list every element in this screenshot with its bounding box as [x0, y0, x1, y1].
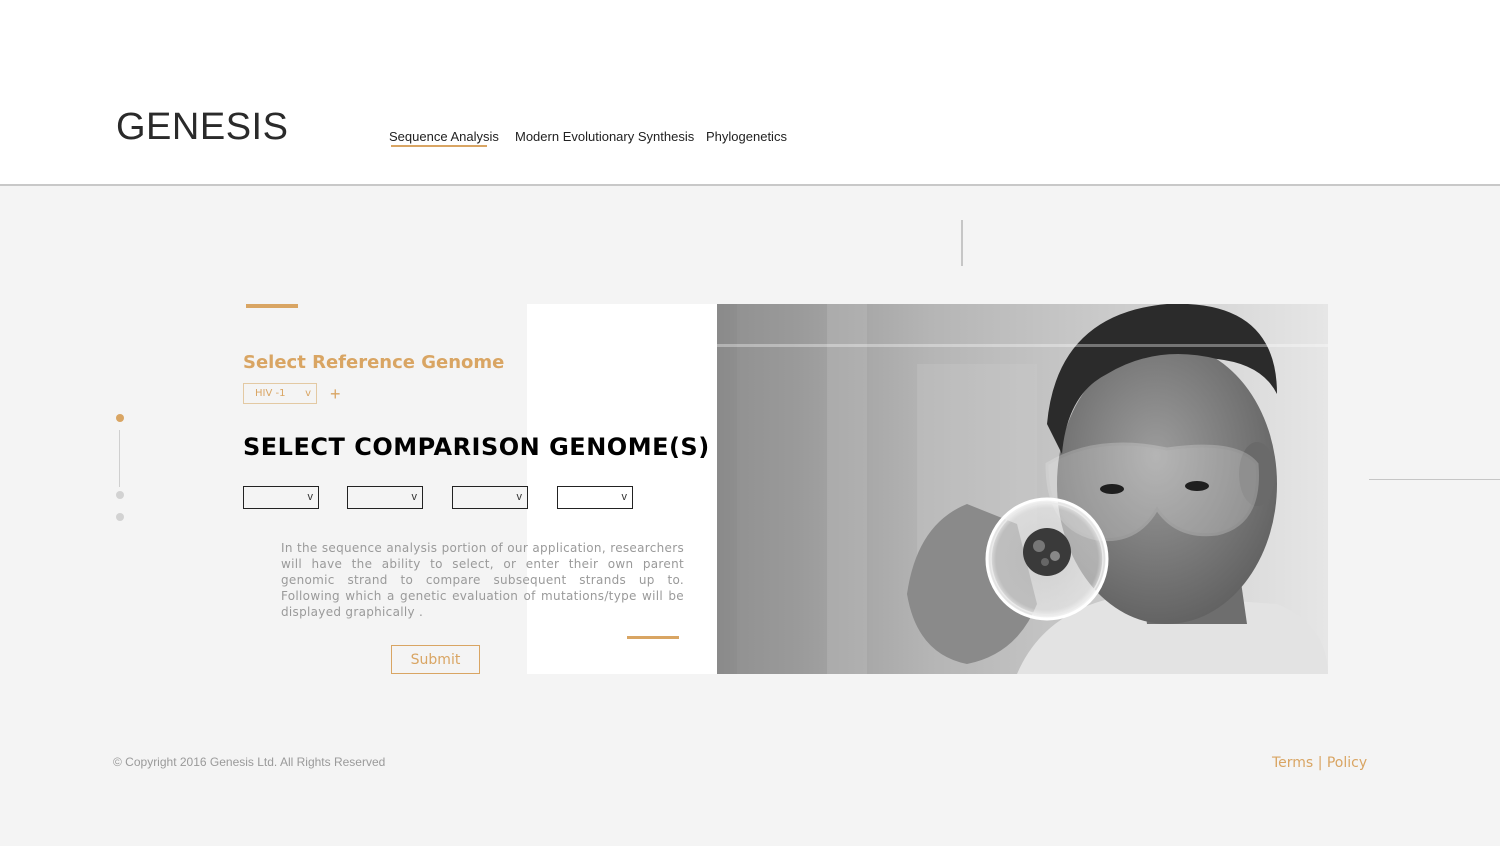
pager-line — [119, 430, 120, 487]
comparison-select-1[interactable]: v — [243, 486, 319, 509]
footer-links: Terms | Policy — [1272, 755, 1367, 771]
pager-dot-2[interactable] — [116, 491, 124, 499]
decorative-vertical-line — [961, 220, 963, 266]
chevron-down-icon: v — [411, 491, 418, 503]
site-logo[interactable]: GENESIS — [116, 106, 288, 149]
site-header: GENESIS Sequence Analysis Modern Evoluti… — [0, 0, 1500, 186]
pager-dot-1[interactable] — [116, 414, 124, 422]
reference-genome-select[interactable]: HIV -1 v — [243, 383, 317, 404]
comparison-select-2[interactable]: v — [347, 486, 423, 509]
decorative-horizontal-line — [1369, 479, 1500, 480]
submit-button[interactable]: Submit — [391, 645, 480, 674]
chevron-down-icon: v — [621, 491, 628, 503]
nav-item-sequence-analysis[interactable]: Sequence Analysis — [389, 129, 499, 144]
scientist-photo — [717, 304, 1328, 674]
comparison-select-3[interactable]: v — [452, 486, 528, 509]
chevron-down-icon: v — [305, 388, 311, 399]
comparison-select-4[interactable]: v — [557, 486, 633, 509]
copyright-text: © Copyright 2016 Genesis Ltd. All Rights… — [113, 755, 386, 769]
add-genome-button[interactable]: + — [330, 384, 341, 405]
description-text: In the sequence analysis portion of our … — [281, 541, 684, 619]
pager-dot-3[interactable] — [116, 513, 124, 521]
footer-separator: | — [1317, 755, 1323, 771]
chevron-down-icon: v — [516, 491, 523, 503]
chevron-down-icon: v — [307, 491, 314, 503]
nav-active-underline — [391, 145, 487, 147]
accent-bar-top — [246, 304, 298, 308]
terms-link[interactable]: Terms — [1272, 755, 1313, 771]
nav-item-modern-evolutionary-synthesis[interactable]: Modern Evolutionary Synthesis — [515, 129, 694, 144]
comparison-genome-title: SELECT COMPARISON GENOME(S) — [243, 433, 710, 461]
reference-genome-value: HIV -1 — [255, 388, 286, 399]
reference-genome-title: Select Reference Genome — [243, 352, 505, 373]
policy-link[interactable]: Policy — [1327, 755, 1367, 771]
nav-item-phylogenetics[interactable]: Phylogenetics — [706, 129, 787, 144]
accent-bar-bottom — [627, 636, 679, 639]
